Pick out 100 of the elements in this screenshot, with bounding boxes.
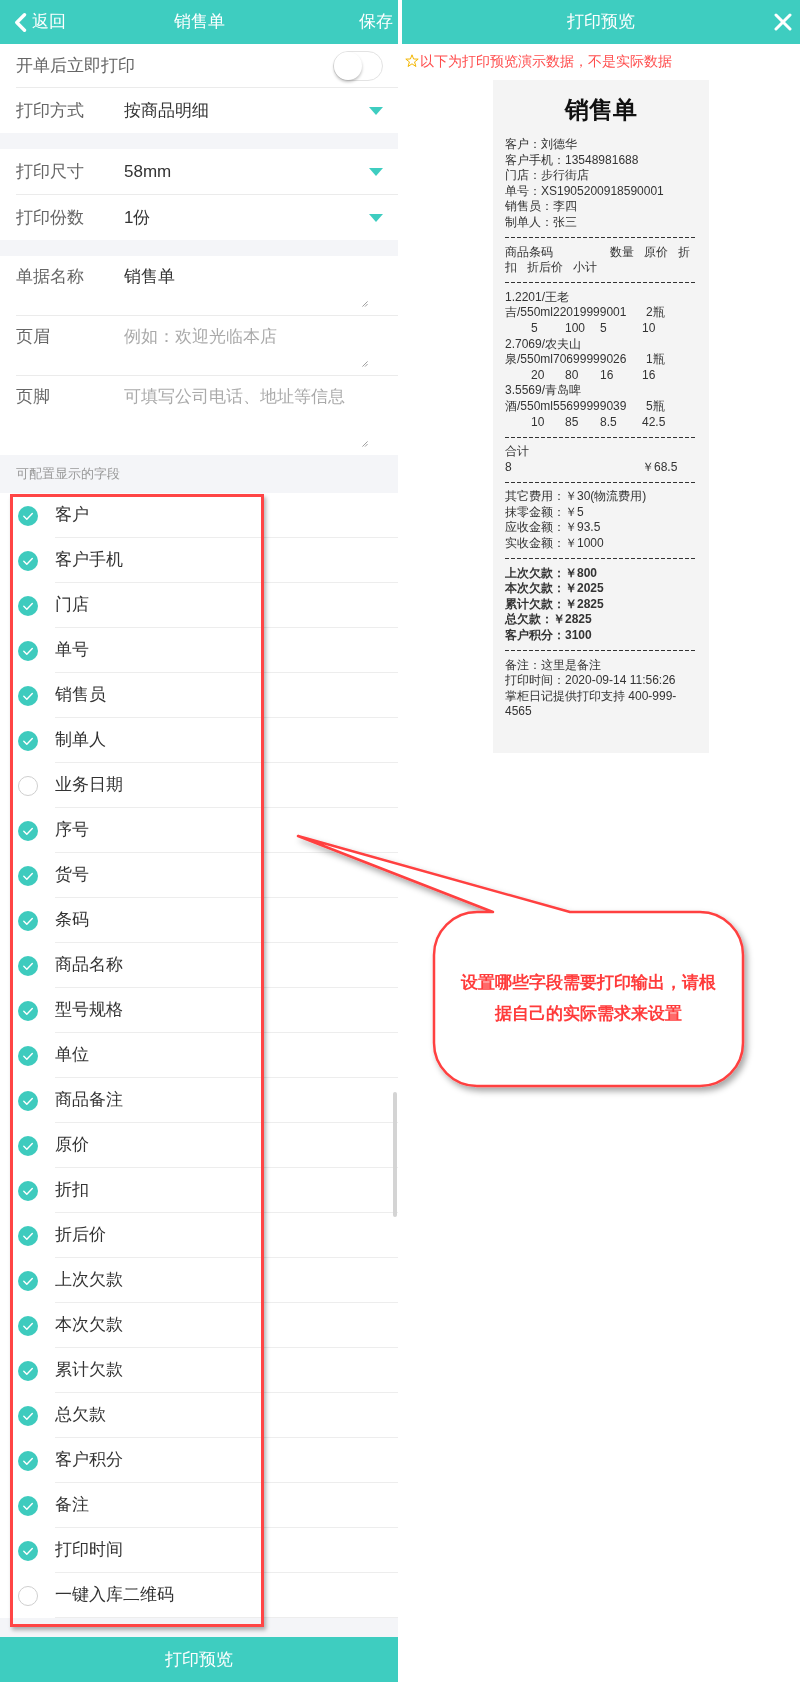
- field-option-label: 制单人: [55, 729, 106, 751]
- setting-label: 打印份数: [16, 206, 84, 229]
- total-amount: ￥68.5: [642, 459, 678, 476]
- field-option-label: 打印时间: [55, 1539, 123, 1561]
- checkbox[interactable]: [18, 910, 38, 931]
- field-option-label: 货号: [55, 864, 89, 886]
- footer-line: 备注：这里是备注: [505, 657, 601, 674]
- item-name: 2.7069/农夫山泉/550ml70699999026: [505, 336, 628, 368]
- checkbox[interactable]: [18, 640, 38, 661]
- chevron-left-icon: [14, 12, 27, 32]
- checkbox[interactable]: [18, 865, 38, 886]
- caret-down-icon: [369, 213, 383, 222]
- checkbox[interactable]: [18, 1000, 38, 1021]
- dropdown-select[interactable]: 按商品明细: [124, 99, 383, 122]
- field-option-label: 一键入库二维码: [55, 1584, 174, 1606]
- checkbox[interactable]: [18, 595, 38, 616]
- field-option-label: 销售员: [55, 684, 106, 706]
- item-subtotal: 42.5: [642, 414, 666, 431]
- receipt-info-line: 客户：刘德华: [505, 137, 577, 153]
- debt-line: 总欠款：￥2825: [505, 612, 592, 628]
- checkbox[interactable]: [18, 1135, 38, 1156]
- close-icon[interactable]: [774, 13, 792, 31]
- checkbox[interactable]: [18, 1180, 38, 1201]
- field-option-label: 单位: [55, 1044, 89, 1066]
- receipt-info-line: 销售员：李四: [505, 199, 577, 215]
- checkbox[interactable]: [18, 1495, 38, 1516]
- field-label: 单据名称: [16, 266, 84, 288]
- section-header: 可配置显示的字段: [0, 455, 398, 493]
- item-discount: 100: [565, 320, 586, 337]
- field-option-label: 序号: [55, 819, 89, 841]
- footer-line: 掌柜日记提供打印支持 400-999-4565: [505, 688, 678, 720]
- resize-handle-icon[interactable]: [362, 441, 368, 447]
- toggle-switch[interactable]: [333, 50, 383, 81]
- receipt-info-line: 门店：步行街店: [505, 168, 589, 184]
- debt-line: 本次欠款：￥2025: [505, 581, 604, 597]
- field-label: 页眉: [16, 326, 50, 348]
- checkbox[interactable]: [18, 1270, 38, 1291]
- item-price: 10: [531, 414, 545, 431]
- setting-label: 打印方式: [16, 99, 84, 122]
- item-price: 20: [531, 367, 545, 384]
- field-option-label: 本次欠款: [55, 1314, 123, 1336]
- checkbox[interactable]: [18, 1405, 38, 1426]
- checkbox[interactable]: [18, 685, 38, 706]
- caret-down-icon: [369, 167, 383, 176]
- scrollbar-thumb[interactable]: [393, 1092, 397, 1217]
- back-button[interactable]: 返回: [14, 11, 66, 33]
- debt-line: 上次欠款：￥800: [505, 565, 598, 582]
- field-option-label: 型号规格: [55, 999, 123, 1021]
- field-option-label: 上次欠款: [55, 1269, 123, 1291]
- checkbox[interactable]: [18, 1090, 38, 1111]
- checkbox[interactable]: [18, 1540, 38, 1561]
- dropdown-select[interactable]: 58mm: [124, 160, 383, 183]
- field-option-label: 原价: [55, 1134, 89, 1156]
- text-area[interactable]: 销售单: [124, 266, 368, 307]
- print-preview-button[interactable]: 打印预览: [0, 1637, 398, 1682]
- save-button[interactable]: 保存: [359, 11, 393, 33]
- checkbox[interactable]: [18, 730, 38, 751]
- item-name: 1.2201/王老吉/550ml22019999001: [505, 289, 628, 321]
- field-option-label: 单号: [55, 639, 89, 661]
- checkbox[interactable]: [18, 505, 38, 526]
- resize-handle-icon[interactable]: [362, 301, 368, 307]
- debt-line: 客户积分：3100: [505, 628, 592, 644]
- receipt-info-line: 客户手机：13548981688: [505, 152, 639, 169]
- field-option-label: 客户手机: [55, 549, 123, 571]
- resize-handle-icon[interactable]: [362, 361, 368, 367]
- text-area[interactable]: 例如：欢迎光临本店: [124, 326, 368, 367]
- checkbox[interactable]: [18, 1585, 38, 1606]
- checkbox[interactable]: [18, 1360, 38, 1381]
- field-option-label: 条码: [55, 909, 89, 931]
- checkbox[interactable]: [18, 1225, 38, 1246]
- checkbox[interactable]: [18, 1450, 38, 1471]
- field-option-label: 商品备注: [55, 1089, 123, 1111]
- amount-line: 抹零金额：￥5: [505, 504, 584, 521]
- field-option-label: 总欠款: [55, 1404, 106, 1426]
- dropdown-select[interactable]: 1份: [124, 206, 383, 229]
- star-icon: [405, 54, 419, 68]
- checkbox[interactable]: [18, 1045, 38, 1066]
- item-price: 5: [531, 320, 538, 337]
- debt-line: 累计欠款：￥2825: [505, 596, 604, 613]
- field-option-label: 门店: [55, 594, 89, 616]
- amount-line: 实收金额：￥1000: [505, 536, 604, 552]
- checkbox[interactable]: [18, 550, 38, 571]
- setting-label: 打印尺寸: [16, 160, 84, 183]
- receipt-title: 销售单: [565, 95, 637, 125]
- item-discounted-price: 16: [600, 367, 614, 384]
- text-area[interactable]: 可填写公司电话、地址等信息: [124, 386, 368, 447]
- item-discounted-price: 5: [600, 320, 607, 337]
- notice-text: 以下为打印预览演示数据，不是实际数据: [420, 52, 672, 71]
- total-quantity: 8: [505, 459, 512, 476]
- checkbox[interactable]: [18, 775, 38, 796]
- column-header: 商品条码 数量 原价 折扣 折后价 小计: [505, 244, 691, 276]
- field-option-label: 累计欠款: [55, 1359, 123, 1381]
- checkbox[interactable]: [18, 955, 38, 976]
- amount-line: 其它费用：￥30(物流费用): [505, 489, 647, 505]
- checkbox[interactable]: [18, 1315, 38, 1336]
- footer-line: 打印时间：2020-09-14 11:56:26: [505, 673, 676, 689]
- item-discount: 80: [565, 367, 579, 384]
- item-subtotal: 16: [642, 367, 656, 384]
- checkbox[interactable]: [18, 820, 38, 841]
- field-option-label: 客户积分: [55, 1449, 123, 1471]
